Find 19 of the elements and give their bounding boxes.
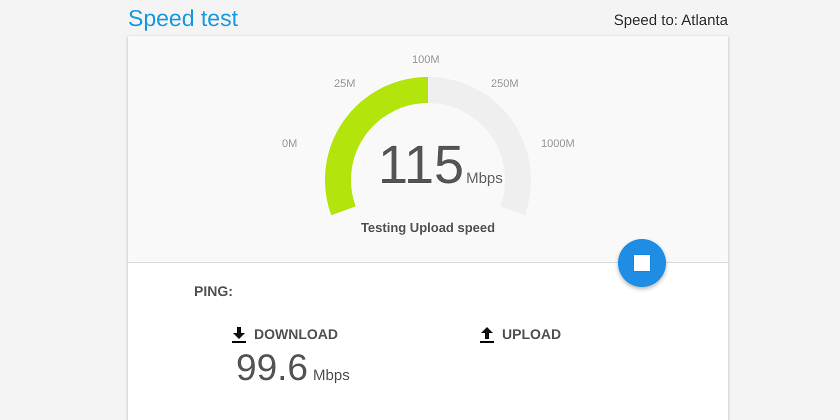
server-location: Speed to: Atlanta (614, 13, 728, 28)
gauge-tick-label: 0M (282, 137, 298, 152)
gauge-tick-label: 25M (334, 77, 356, 92)
upload-icon (480, 326, 494, 342)
result-label: DOWNLOAD (254, 325, 338, 344)
stop-button[interactable] (618, 239, 666, 287)
stop-icon (634, 255, 650, 271)
page-title: Speed test (128, 7, 238, 30)
ping-label: PING: (194, 283, 233, 299)
gauge-tick-label: 100M (412, 53, 440, 68)
result-value: 99.6 (236, 349, 308, 386)
gauge-tick-label: 1000M (541, 137, 575, 152)
speed-value: 115 (378, 138, 464, 192)
download-icon (232, 326, 246, 342)
test-status: Testing Upload speed (360, 219, 496, 237)
result-unit: Mbps (313, 366, 350, 386)
gauge-tick-label: 250M (491, 77, 519, 92)
result-label: UPLOAD (502, 325, 562, 344)
speed-unit: Mbps (466, 169, 503, 189)
